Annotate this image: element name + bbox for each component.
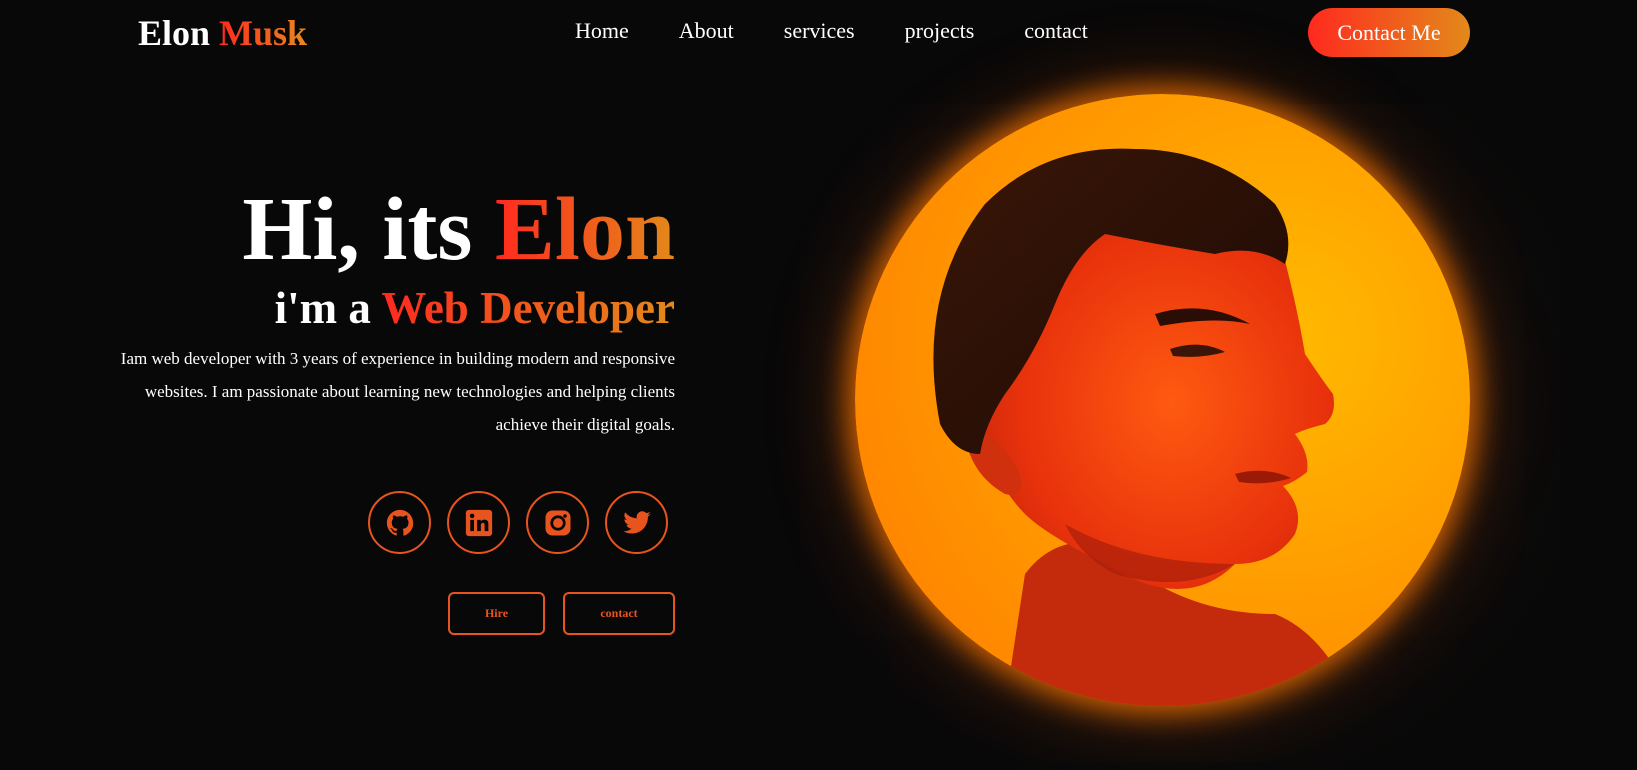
nav-contact[interactable]: contact [1024, 16, 1088, 46]
hero-description: Iam web developer with 3 years of experi… [120, 349, 675, 434]
hero-section: Hi, its Elon i'm a Web Developer Iam web… [120, 180, 675, 441]
github-link[interactable] [368, 491, 431, 554]
hire-button[interactable]: Hire [448, 592, 545, 635]
instagram-icon [545, 510, 570, 535]
hero-subtitle: i'm a Web Developer [120, 280, 675, 336]
nav-projects[interactable]: projects [905, 16, 975, 46]
contact-me-button[interactable]: Contact Me [1308, 8, 1470, 57]
profile-portrait [855, 94, 1470, 706]
twitter-link[interactable] [605, 491, 668, 554]
main-nav: Home About services projects contact [575, 16, 1088, 46]
instagram-link[interactable] [526, 491, 589, 554]
twitter-icon [622, 510, 651, 534]
hero-title: Hi, its Elon [120, 180, 675, 280]
hero-title-name: Elon [494, 180, 675, 279]
nav-about[interactable]: About [679, 16, 734, 46]
logo-last-name: Musk [219, 13, 308, 53]
social-links [368, 491, 668, 554]
nav-home[interactable]: Home [575, 16, 629, 46]
github-icon [386, 509, 413, 536]
site-header: Elon Musk Home About services projects c… [0, 0, 1637, 66]
logo[interactable]: Elon Musk [138, 10, 307, 56]
linkedin-icon [465, 509, 492, 536]
linkedin-link[interactable] [447, 491, 510, 554]
nav-services[interactable]: services [784, 16, 855, 46]
hero-title-greeting: Hi, its [242, 180, 495, 279]
hero-subtitle-role: Web Developer [381, 283, 675, 333]
page: Elon Musk Home About services projects c… [0, 0, 1637, 770]
hero-subtitle-prefix: i'm a [274, 283, 382, 333]
logo-first-name: Elon [138, 13, 211, 53]
contact-button[interactable]: contact [563, 592, 675, 635]
portrait-illustration [933, 148, 1355, 706]
